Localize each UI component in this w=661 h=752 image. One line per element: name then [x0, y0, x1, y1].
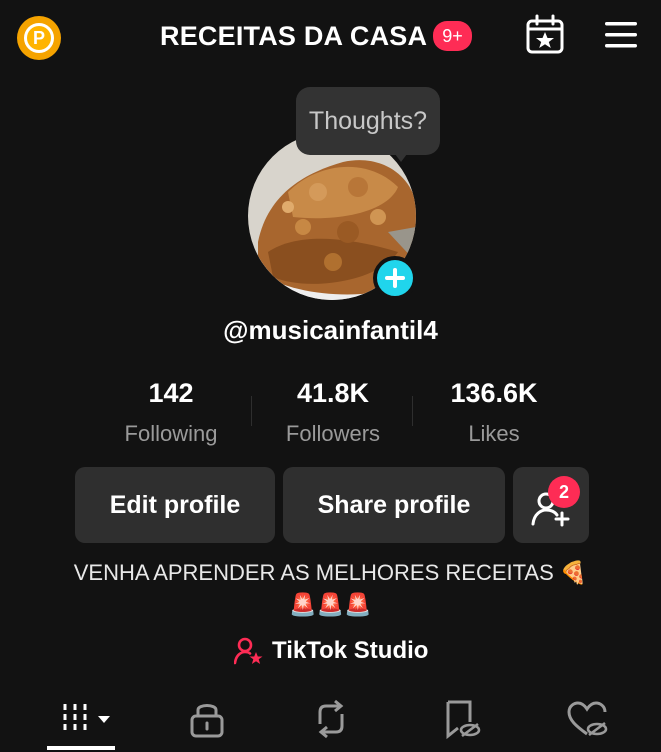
coin-icon[interactable]: P [17, 16, 61, 60]
coin-letter: P [24, 23, 54, 53]
plus-icon [385, 268, 405, 288]
stat-divider [251, 396, 252, 426]
stat-followers-label: Followers [285, 421, 381, 446]
edit-profile-button[interactable]: Edit profile [75, 467, 275, 543]
heart-eye-icon[interactable] [566, 698, 608, 740]
thoughts-bubble-tail [392, 150, 410, 162]
notification-badge: 9+ [433, 21, 472, 51]
stat-following-value: 142 [148, 378, 194, 408]
tiktok-studio-link[interactable]: TikTok Studio [234, 635, 428, 667]
person-star-icon [234, 637, 263, 665]
stat-divider [412, 396, 413, 426]
stat-followers-value: 41.8K [296, 378, 370, 408]
stat-likes-label: Likes [468, 421, 520, 446]
bookmark-eye-icon[interactable] [440, 698, 482, 740]
profile-title-wrap[interactable]: RECEITAS DA CASA 9+ [160, 18, 472, 54]
stat-following[interactable]: 142 Following [96, 378, 246, 447]
repost-icon[interactable] [310, 698, 352, 740]
username: @musicainfantil4 [223, 315, 438, 345]
grid-icon[interactable] [60, 698, 114, 740]
add-friends-badge: 2 [548, 476, 580, 508]
stat-followers[interactable]: 41.8K Followers [258, 378, 408, 447]
stat-following-label: Following [124, 421, 218, 446]
calendar-star-icon[interactable] [524, 14, 566, 56]
top-bar: P RECEITAS DA CASA 9+ [0, 0, 661, 72]
thoughts-bubble[interactable]: Thoughts? [296, 87, 440, 155]
bio-text: VENHA APRENDER AS MELHORES RECEITAS 🍕 [73, 560, 588, 585]
bio-emojis: 🚨🚨🚨 [289, 592, 372, 617]
stat-likes[interactable]: 136.6K Likes [419, 378, 569, 447]
active-tab-indicator [47, 746, 115, 750]
profile-title[interactable]: RECEITAS DA CASA [160, 21, 427, 52]
menu-icon[interactable] [603, 18, 639, 52]
share-profile-button[interactable]: Share profile [283, 467, 505, 543]
lock-icon[interactable] [186, 698, 228, 740]
stat-likes-value: 136.6K [450, 378, 538, 408]
tiktok-studio-label: TikTok Studio [272, 637, 429, 664]
add-friends-button[interactable] [513, 467, 589, 543]
add-avatar-button[interactable] [373, 256, 417, 300]
